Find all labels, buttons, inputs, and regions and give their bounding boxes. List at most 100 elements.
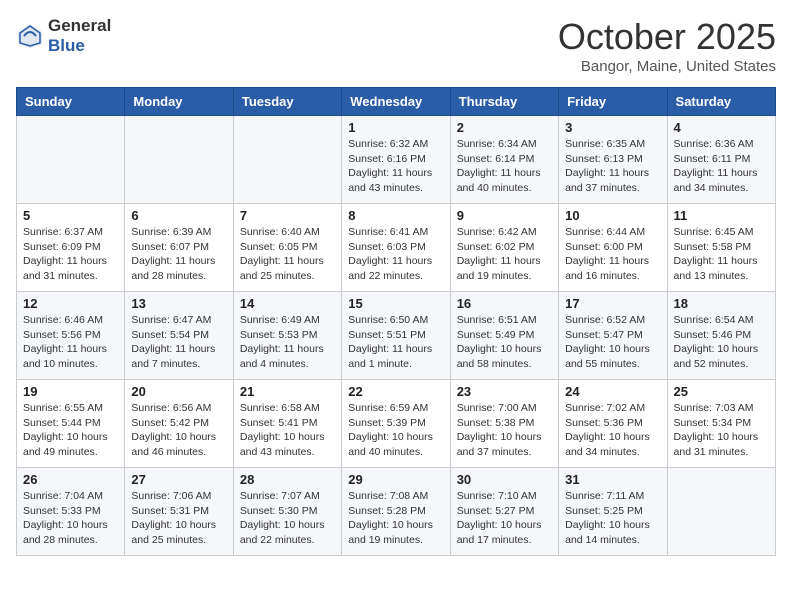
day-cell-5: 5 Sunrise: 6:37 AMSunset: 6:09 PMDaylight… (17, 204, 125, 292)
day-info: Sunrise: 6:51 AMSunset: 5:49 PMDaylight:… (457, 313, 552, 372)
day-cell-13: 13 Sunrise: 6:47 AMSunset: 5:54 PMDayligh… (125, 292, 233, 380)
day-number: 9 (457, 208, 552, 223)
day-info: Sunrise: 7:02 AMSunset: 5:36 PMDaylight:… (565, 401, 660, 460)
day-cell-9: 9 Sunrise: 6:42 AMSunset: 6:02 PMDaylight… (450, 204, 558, 292)
day-number: 21 (240, 384, 335, 399)
day-info: Sunrise: 6:45 AMSunset: 5:58 PMDaylight:… (674, 225, 769, 284)
weekday-header-saturday: Saturday (667, 88, 775, 116)
day-number: 18 (674, 296, 769, 311)
day-info: Sunrise: 6:52 AMSunset: 5:47 PMDaylight:… (565, 313, 660, 372)
day-number: 11 (674, 208, 769, 223)
day-number: 10 (565, 208, 660, 223)
day-cell-1: 1Sunrise: 6:32 AMSunset: 6:16 PMDaylight… (342, 116, 450, 204)
weekday-header-thursday: Thursday (450, 88, 558, 116)
day-number: 17 (565, 296, 660, 311)
day-cell-14: 14 Sunrise: 6:49 AMSunset: 5:53 PMDayligh… (233, 292, 341, 380)
day-cell-15: 15 Sunrise: 6:50 AMSunset: 5:51 PMDayligh… (342, 292, 450, 380)
day-info: Sunrise: 7:06 AMSunset: 5:31 PMDaylight:… (131, 489, 226, 548)
day-number: 20 (131, 384, 226, 399)
day-number: 30 (457, 472, 552, 487)
day-cell-18: 18Sunrise: 6:54 AMSunset: 5:46 PMDayligh… (667, 292, 775, 380)
day-info: Sunrise: 6:40 AMSunset: 6:05 PMDaylight:… (240, 225, 335, 284)
day-number: 6 (131, 208, 226, 223)
day-info: Sunrise: 6:36 AMSunset: 6:11 PMDaylight:… (674, 137, 769, 196)
day-info: Sunrise: 6:46 AMSunset: 5:56 PMDaylight:… (23, 313, 118, 372)
day-number: 27 (131, 472, 226, 487)
calendar-table: SundayMondayTuesdayWednesdayThursdayFrid… (16, 87, 776, 556)
day-number: 16 (457, 296, 552, 311)
day-number: 2 (457, 120, 552, 135)
day-info: Sunrise: 6:37 AMSunset: 6:09 PMDaylight:… (23, 225, 118, 284)
week-row-5: 26 Sunrise: 7:04 AMSunset: 5:33 PMDayligh… (17, 468, 776, 556)
week-row-2: 5 Sunrise: 6:37 AMSunset: 6:09 PMDaylight… (17, 204, 776, 292)
day-number: 19 (23, 384, 118, 399)
day-info: Sunrise: 6:35 AMSunset: 6:13 PMDaylight:… (565, 137, 660, 196)
day-cell-19: 19 Sunrise: 6:55 AMSunset: 5:44 PMDayligh… (17, 380, 125, 468)
weekday-header-tuesday: Tuesday (233, 88, 341, 116)
day-cell-17: 17 Sunrise: 6:52 AMSunset: 5:47 PMDayligh… (559, 292, 667, 380)
day-info: Sunrise: 6:41 AMSunset: 6:03 PMDaylight:… (348, 225, 443, 284)
day-info: Sunrise: 6:50 AMSunset: 5:51 PMDaylight:… (348, 313, 443, 372)
day-info: Sunrise: 7:03 AMSunset: 5:34 PMDaylight:… (674, 401, 769, 460)
day-info: Sunrise: 6:59 AMSunset: 5:39 PMDaylight:… (348, 401, 443, 460)
day-cell-6: 6Sunrise: 6:39 AMSunset: 6:07 PMDaylight… (125, 204, 233, 292)
day-number: 4 (674, 120, 769, 135)
logo-icon (16, 22, 44, 50)
day-number: 26 (23, 472, 118, 487)
day-info: Sunrise: 7:04 AMSunset: 5:33 PMDaylight:… (23, 489, 118, 548)
day-cell-24: 24 Sunrise: 7:02 AMSunset: 5:36 PMDayligh… (559, 380, 667, 468)
weekday-header-row: SundayMondayTuesdayWednesdayThursdayFrid… (17, 88, 776, 116)
day-cell-25: 25Sunrise: 7:03 AMSunset: 5:34 PMDayligh… (667, 380, 775, 468)
day-cell-8: 8 Sunrise: 6:41 AMSunset: 6:03 PMDaylight… (342, 204, 450, 292)
empty-cell (17, 116, 125, 204)
day-number: 7 (240, 208, 335, 223)
week-row-4: 19 Sunrise: 6:55 AMSunset: 5:44 PMDayligh… (17, 380, 776, 468)
logo-blue: Blue (48, 36, 85, 55)
day-cell-27: 27 Sunrise: 7:06 AMSunset: 5:31 PMDayligh… (125, 468, 233, 556)
day-number: 12 (23, 296, 118, 311)
logo-text: General Blue (48, 16, 111, 56)
day-cell-23: 23Sunrise: 7:00 AMSunset: 5:38 PMDayligh… (450, 380, 558, 468)
day-number: 22 (348, 384, 443, 399)
day-info: Sunrise: 6:49 AMSunset: 5:53 PMDaylight:… (240, 313, 335, 372)
empty-cell (233, 116, 341, 204)
day-info: Sunrise: 7:08 AMSunset: 5:28 PMDaylight:… (348, 489, 443, 548)
day-cell-11: 11 Sunrise: 6:45 AMSunset: 5:58 PMDayligh… (667, 204, 775, 292)
day-cell-7: 7 Sunrise: 6:40 AMSunset: 6:05 PMDaylight… (233, 204, 341, 292)
day-cell-4: 4 Sunrise: 6:36 AMSunset: 6:11 PMDaylight… (667, 116, 775, 204)
page-header: General Blue October 2025 Bangor, Maine,… (16, 16, 776, 75)
day-info: Sunrise: 7:00 AMSunset: 5:38 PMDaylight:… (457, 401, 552, 460)
day-number: 14 (240, 296, 335, 311)
day-cell-31: 31Sunrise: 7:11 AMSunset: 5:25 PMDayligh… (559, 468, 667, 556)
weekday-header-monday: Monday (125, 88, 233, 116)
empty-cell (125, 116, 233, 204)
day-info: Sunrise: 6:47 AMSunset: 5:54 PMDaylight:… (131, 313, 226, 372)
day-info: Sunrise: 6:56 AMSunset: 5:42 PMDaylight:… (131, 401, 226, 460)
day-cell-21: 21 Sunrise: 6:58 AMSunset: 5:41 PMDayligh… (233, 380, 341, 468)
day-info: Sunrise: 6:58 AMSunset: 5:41 PMDaylight:… (240, 401, 335, 460)
day-number: 13 (131, 296, 226, 311)
day-number: 5 (23, 208, 118, 223)
weekday-header-wednesday: Wednesday (342, 88, 450, 116)
day-info: Sunrise: 6:34 AMSunset: 6:14 PMDaylight:… (457, 137, 552, 196)
day-info: Sunrise: 6:42 AMSunset: 6:02 PMDaylight:… (457, 225, 552, 284)
day-cell-30: 30Sunrise: 7:10 AMSunset: 5:27 PMDayligh… (450, 468, 558, 556)
weekday-header-friday: Friday (559, 88, 667, 116)
day-info: Sunrise: 6:55 AMSunset: 5:44 PMDaylight:… (23, 401, 118, 460)
day-number: 29 (348, 472, 443, 487)
day-cell-20: 20 Sunrise: 6:56 AMSunset: 5:42 PMDayligh… (125, 380, 233, 468)
logo: General Blue (16, 16, 111, 56)
weekday-header-sunday: Sunday (17, 88, 125, 116)
day-number: 24 (565, 384, 660, 399)
day-info: Sunrise: 7:07 AMSunset: 5:30 PMDaylight:… (240, 489, 335, 548)
day-cell-28: 28Sunrise: 7:07 AMSunset: 5:30 PMDayligh… (233, 468, 341, 556)
day-cell-29: 29 Sunrise: 7:08 AMSunset: 5:28 PMDayligh… (342, 468, 450, 556)
title-block: October 2025 Bangor, Maine, United State… (558, 16, 776, 75)
day-cell-26: 26 Sunrise: 7:04 AMSunset: 5:33 PMDayligh… (17, 468, 125, 556)
day-info: Sunrise: 6:32 AMSunset: 6:16 PMDaylight:… (348, 137, 443, 196)
day-number: 8 (348, 208, 443, 223)
day-cell-12: 12 Sunrise: 6:46 AMSunset: 5:56 PMDayligh… (17, 292, 125, 380)
day-number: 15 (348, 296, 443, 311)
day-number: 3 (565, 120, 660, 135)
week-row-1: 1Sunrise: 6:32 AMSunset: 6:16 PMDaylight… (17, 116, 776, 204)
